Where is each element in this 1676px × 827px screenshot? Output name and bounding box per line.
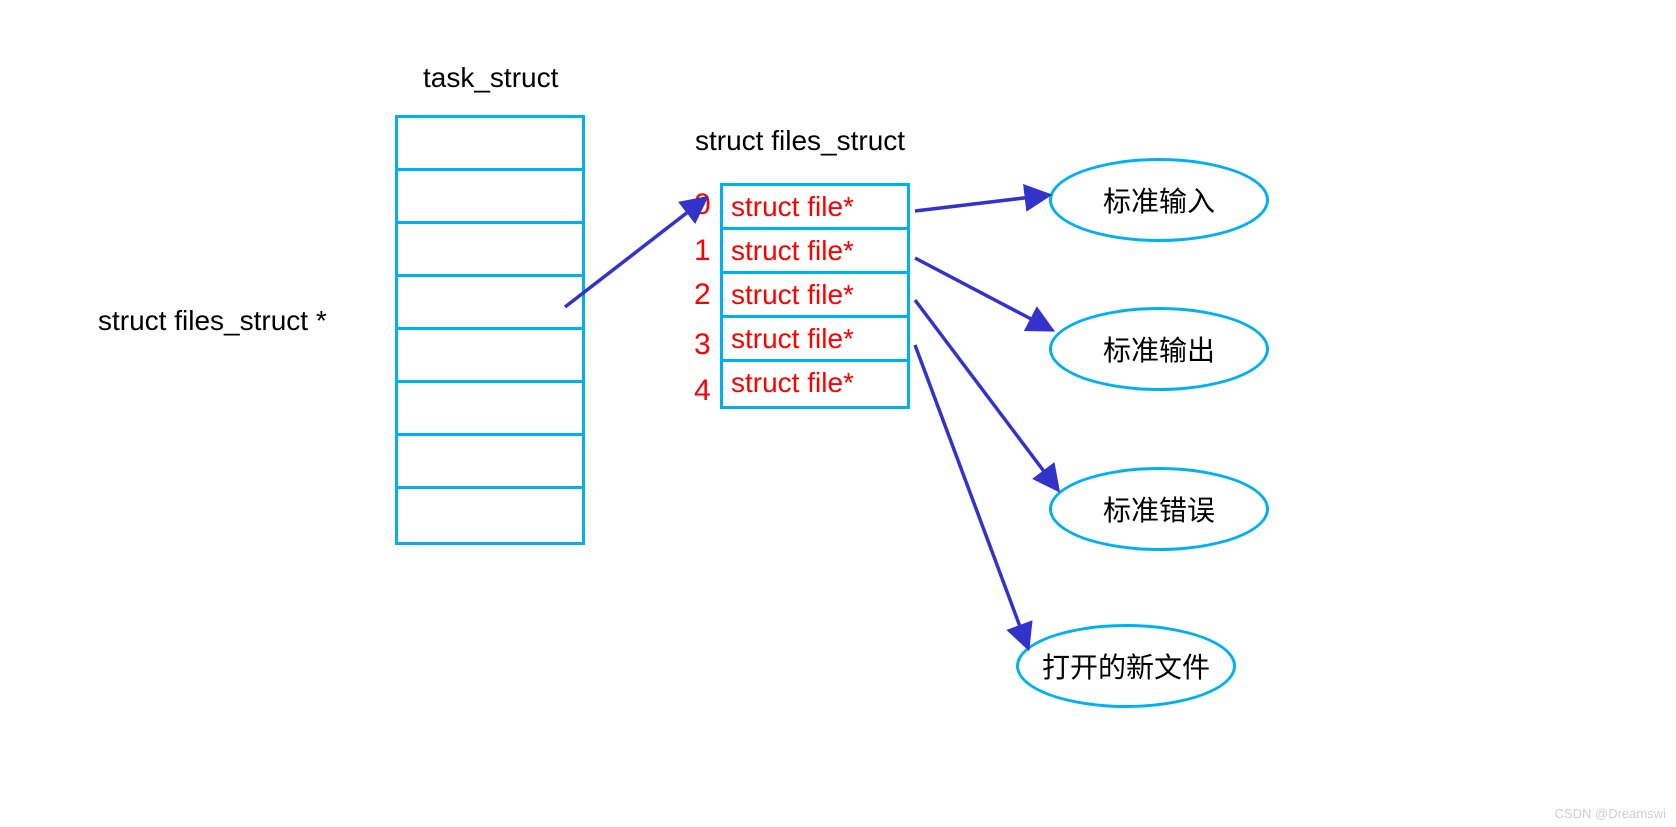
target-stderr: 标准错误 — [1049, 467, 1269, 551]
task-struct-cell — [398, 277, 582, 330]
task-struct-cell — [398, 489, 582, 542]
target-stdout: 标准输出 — [1049, 307, 1269, 391]
task-struct-cell — [398, 118, 582, 171]
fd-index-4: 4 — [694, 374, 711, 408]
target-newfile-label: 打开的新文件 — [1042, 646, 1210, 686]
files-struct-title: struct files_struct — [695, 125, 905, 157]
target-stdout-label: 标准输出 — [1103, 329, 1215, 369]
fd-index-0: 0 — [694, 188, 711, 222]
task-struct-cell — [398, 383, 582, 436]
fd-array-cell: struct file* — [723, 230, 907, 274]
task-struct-title: task_struct — [423, 62, 558, 94]
fd-index-2: 2 — [694, 278, 711, 312]
task-struct-box — [395, 115, 585, 545]
target-stderr-label: 标准错误 — [1103, 489, 1215, 529]
fd-array-cell: struct file* — [723, 318, 907, 362]
task-struct-cell — [398, 171, 582, 224]
fd-index-1: 1 — [694, 234, 711, 268]
fd-array-cell: struct file* — [723, 274, 907, 318]
target-stdin: 标准输入 — [1049, 158, 1269, 242]
target-newfile: 打开的新文件 — [1016, 624, 1236, 708]
watermark: CSDN @Dreamswi — [1555, 806, 1666, 821]
fd-index-3: 3 — [694, 328, 711, 362]
fd-array-cell: struct file* — [723, 362, 907, 406]
fd-array-box: struct file* struct file* struct file* s… — [720, 183, 910, 409]
target-stdin-label: 标准输入 — [1103, 180, 1215, 220]
task-struct-cell — [398, 224, 582, 277]
fd-array-cell: struct file* — [723, 186, 907, 230]
files-struct-pointer-label: struct files_struct * — [98, 305, 327, 337]
task-struct-cell — [398, 330, 582, 383]
task-struct-cell — [398, 436, 582, 489]
